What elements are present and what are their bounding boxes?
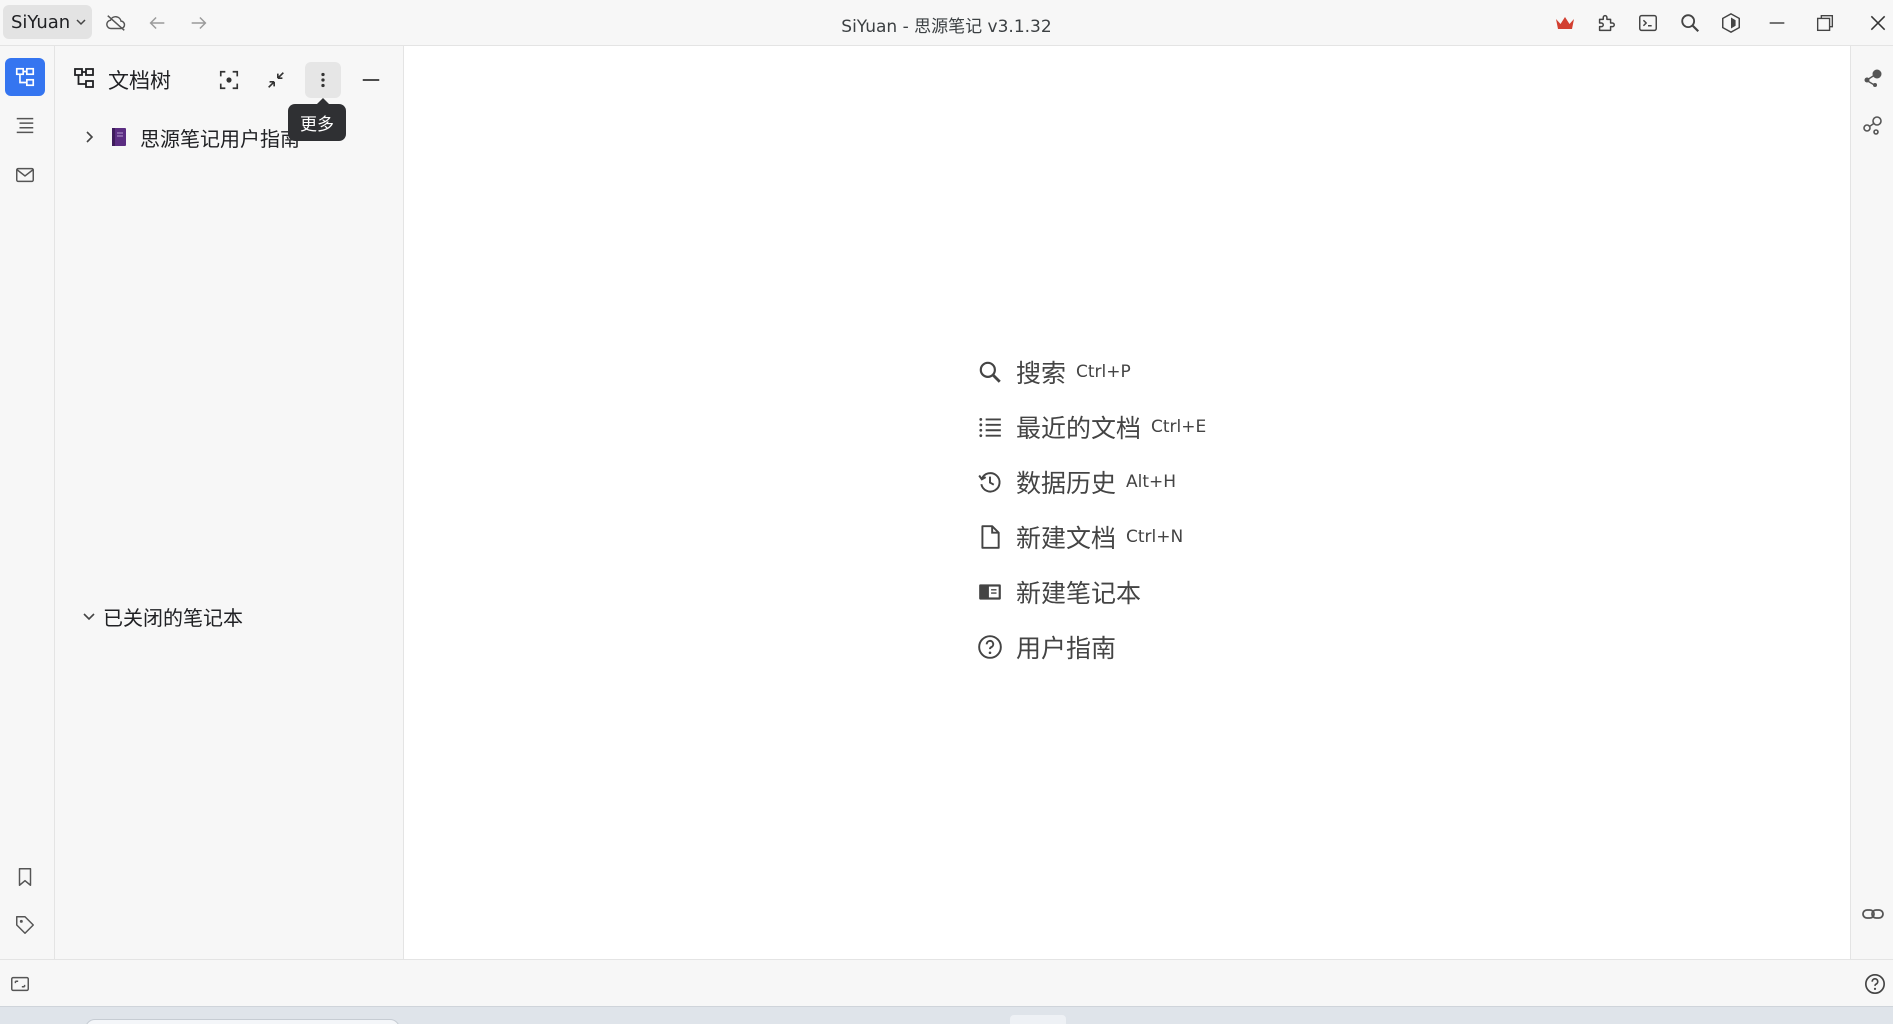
action-label: 最近的文档 xyxy=(1016,414,1142,443)
bookmark-icon xyxy=(18,868,32,886)
more-vertical-icon xyxy=(321,72,325,88)
workspace-label: SiYuan xyxy=(11,11,71,33)
toggle-docks-button[interactable] xyxy=(5,969,35,999)
action-user-guide[interactable]: 用户指南 xyxy=(974,627,1116,667)
panel-title: 文档树 xyxy=(108,69,171,93)
minimize-panel-button[interactable] xyxy=(353,62,389,98)
dock-tags-button[interactable] xyxy=(5,906,45,944)
siyuan-window: SiYuan SiYuan - 思源笔记 v3.1.32 文档树 更多 思源笔记… xyxy=(0,0,1893,1024)
minus-icon xyxy=(362,79,380,81)
action-label: 搜索 xyxy=(1016,359,1067,388)
graph-view-button[interactable] xyxy=(1857,62,1889,94)
dock-inbox-button[interactable] xyxy=(5,156,45,194)
action-shortcut: Ctrl+P xyxy=(1076,362,1131,382)
os-taskbar xyxy=(0,1006,1893,1024)
focus-target-icon xyxy=(219,70,239,90)
editor-empty-area: 搜索 Ctrl+P 最近的文档 Ctrl+E 数据历史 Alt+H 新建文档 C… xyxy=(404,46,1850,959)
action-shortcut: Ctrl+E xyxy=(1151,417,1207,437)
chevron-down-icon xyxy=(75,16,87,28)
help-circle-icon xyxy=(1865,974,1885,994)
more-button[interactable] xyxy=(305,62,341,98)
notebook-row[interactable]: 思源笔记用户指南 xyxy=(75,118,395,156)
collapse-all-button[interactable] xyxy=(258,62,294,98)
outline-icon xyxy=(16,117,34,134)
link-icon xyxy=(1862,909,1884,919)
action-label: 数据历史 xyxy=(1016,469,1117,498)
graph-icon xyxy=(1864,69,1882,87)
chevron-right-icon[interactable] xyxy=(75,130,103,144)
restore-window-icon[interactable] xyxy=(1810,8,1840,38)
collapse-arrows-icon xyxy=(268,72,284,88)
action-shortcut: Ctrl+N xyxy=(1126,527,1184,547)
action-label: 新建文档 xyxy=(1016,524,1117,553)
workspace-menu-button[interactable]: SiYuan xyxy=(3,5,92,39)
dock-bookmark-button[interactable] xyxy=(5,858,45,896)
closed-notebooks-label: 已关闭的笔记本 xyxy=(103,605,243,630)
plugin-puzzle-icon[interactable] xyxy=(1591,8,1621,38)
theme-mode-icon[interactable] xyxy=(1716,8,1746,38)
action-label: 新建笔记本 xyxy=(1016,579,1142,608)
closed-notebooks-section[interactable]: 已关闭的笔记本 xyxy=(75,597,395,635)
help-circle-icon xyxy=(974,634,1006,660)
notebook-icon xyxy=(974,579,1006,605)
action-data-history[interactable]: 数据历史 Alt+H xyxy=(974,462,1176,502)
backlinks-button[interactable] xyxy=(1857,898,1889,930)
layout-dock-icon xyxy=(11,976,29,992)
file-tree-icon xyxy=(72,66,96,90)
focus-current-doc-button[interactable] xyxy=(211,62,247,98)
close-window-icon[interactable] xyxy=(1865,8,1891,38)
dock-file-tree-button[interactable] xyxy=(5,58,45,96)
tooltip-more: 更多 xyxy=(288,98,346,141)
dock-outline-button[interactable] xyxy=(5,106,45,144)
file-tree-icon xyxy=(15,67,35,87)
right-dock xyxy=(1850,46,1893,959)
search-icon xyxy=(974,359,1006,385)
global-graph-button[interactable] xyxy=(1857,109,1889,141)
minimize-window-icon[interactable] xyxy=(1762,8,1792,38)
new-file-icon xyxy=(974,524,1006,550)
chevron-down-icon[interactable] xyxy=(75,609,103,623)
action-new-notebook[interactable]: 新建笔记本 xyxy=(974,572,1141,612)
notebook-label: 思源笔记用户指南 xyxy=(140,126,300,151)
status-bar xyxy=(0,959,1893,1006)
sync-off-icon[interactable] xyxy=(101,8,131,38)
back-arrow-icon[interactable] xyxy=(142,8,172,38)
forward-arrow-icon[interactable] xyxy=(184,8,214,38)
mail-icon xyxy=(16,167,34,183)
action-label: 用户指南 xyxy=(1016,634,1117,663)
taskbar-search[interactable] xyxy=(85,1019,400,1024)
history-icon xyxy=(974,469,1006,495)
action-shortcut: Alt+H xyxy=(1126,472,1177,492)
search-icon[interactable] xyxy=(1675,8,1705,38)
tag-icon xyxy=(16,916,34,934)
crown-icon[interactable] xyxy=(1550,8,1580,38)
taskbar-app-tile[interactable] xyxy=(1010,1015,1066,1024)
file-tree-panel: 文档树 更多 思源笔记用户指南 已关闭的笔记本 xyxy=(55,46,404,959)
title-bar: SiYuan SiYuan - 思源笔记 v3.1.32 xyxy=(0,0,1893,46)
action-recent-docs[interactable]: 最近的文档 Ctrl+E xyxy=(974,407,1206,447)
left-dock xyxy=(0,46,55,959)
global-graph-icon xyxy=(1863,116,1882,135)
notebook-icon xyxy=(110,127,128,147)
action-search[interactable]: 搜索 Ctrl+P xyxy=(974,352,1131,392)
action-new-doc[interactable]: 新建文档 Ctrl+N xyxy=(974,517,1183,557)
command-palette-icon[interactable] xyxy=(1633,8,1663,38)
list-icon xyxy=(974,414,1006,440)
help-button[interactable] xyxy=(1860,969,1890,999)
